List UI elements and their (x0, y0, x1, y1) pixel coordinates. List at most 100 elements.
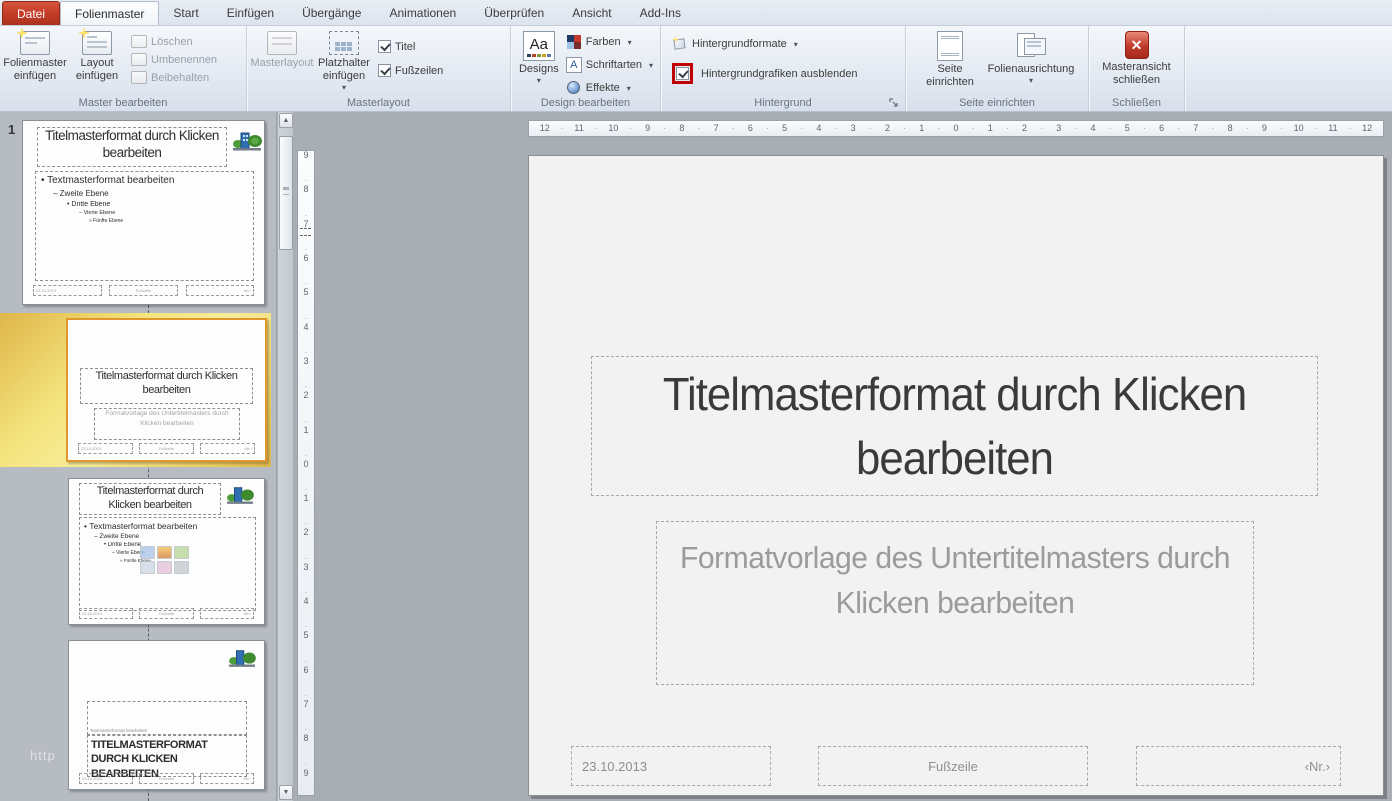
subtitle-placeholder[interactable]: Formatvorlage des Untertitelmasters durc… (656, 521, 1254, 685)
theme-fonts-button[interactable]: A Schriftarten (563, 56, 656, 74)
thumb-footer-row: 23.10.2013 Fußzeile ‹Nr.› (33, 285, 254, 296)
tab-einfuegen[interactable]: Einfügen (213, 1, 288, 25)
scroll-up-button[interactable]: ▲ (279, 113, 293, 128)
slide-layout-icon (82, 31, 112, 55)
group-label: Masterlayout (247, 97, 510, 109)
tab-folienmaster[interactable]: Folienmaster (60, 1, 159, 25)
master-layout-button[interactable]: Masterlayout (251, 29, 313, 93)
footers-checkbox[interactable]: Fußzeilen (375, 63, 446, 78)
ruler-tick: 10 (1283, 124, 1315, 133)
ruler-tick: 3 (303, 563, 308, 589)
footers-checkbox-box[interactable] (378, 64, 391, 77)
ruler-tick: 7 (1180, 124, 1212, 133)
date-placeholder[interactable]: 23.10.2013 (571, 746, 771, 786)
slide-thumbnail-panel: 1 Titelmasterformat durch Klicken bearbe… (0, 112, 277, 801)
ruler-tick: 1 (303, 426, 308, 452)
ruler-tick: 4 (303, 597, 308, 623)
group-schliessen: ✕ Masteransicht schließen Schließen (1089, 26, 1185, 111)
hide-background-graphics-box[interactable] (676, 67, 689, 80)
slide-editing-area[interactable]: Titelmasterformat durch Klicken bearbeit… (528, 155, 1384, 796)
group-label: Design bearbeiten (511, 97, 660, 109)
slidenumber-placeholder[interactable]: ‹Nr.› (1136, 746, 1341, 786)
title-checkbox-box[interactable] (378, 40, 391, 53)
ruler-tick: 10 (598, 124, 630, 133)
tab-animationen[interactable]: Animationen (375, 1, 470, 25)
ruler-tick: 3 (303, 357, 308, 383)
ruler-tick: 2 (303, 528, 308, 554)
tab-start[interactable]: Start (159, 1, 212, 25)
slide-orientation-icon (1015, 31, 1047, 61)
title-placeholder[interactable]: Titelmasterformat durch Klicken bearbeit… (591, 356, 1318, 496)
delete-button[interactable]: Löschen (128, 34, 220, 49)
dialog-launcher-icon[interactable] (889, 98, 899, 108)
preserve-button[interactable]: Beibehalten (128, 70, 220, 85)
theme-fonts-icon: A (566, 57, 582, 73)
insert-slide-master-button[interactable]: Folienmaster einfügen (4, 29, 66, 93)
thumbnail-content-layout[interactable]: Titelmasterformat durch Klicken bearbeit… (68, 478, 265, 625)
thumb-title-placeholder: Titelmasterformat durch Klicken bearbeit… (79, 483, 221, 515)
thumbnail-slide-master[interactable]: Titelmasterformat durch Klicken bearbeit… (22, 120, 265, 305)
title-text: Titelmasterformat durch Klicken bearbeit… (610, 362, 1299, 491)
ruler-tick: 5 (769, 124, 801, 133)
clipart-icon (157, 561, 172, 574)
ruler-tick: 5 (303, 631, 308, 657)
close-x-icon: ✕ (1125, 31, 1149, 59)
ruler-tick: 1 (906, 124, 938, 133)
tab-addins[interactable]: Add-Ins (626, 1, 695, 25)
theme-effects-icon (566, 80, 582, 96)
scrollbar-thumb[interactable] (279, 136, 293, 250)
ribbon-tab-strip: Datei Folienmaster Start Einfügen Übergä… (0, 0, 1392, 26)
group-label: Seite einrichten (906, 97, 1088, 109)
smartart-icon (174, 546, 189, 559)
content-placeholder-icons (140, 546, 189, 574)
title-checkbox[interactable]: Titel (375, 39, 446, 54)
ruler-tick: 6 (1146, 124, 1178, 133)
thumbnail-scrollbar[interactable]: ▲ ▼ (277, 112, 293, 801)
tab-ueberpruefen[interactable]: Überprüfen (470, 1, 558, 25)
rename-button[interactable]: Umbenennen (128, 52, 220, 67)
red-annotation-box (672, 63, 693, 84)
theme-effects-button[interactable]: Effekte (563, 79, 656, 97)
ruler-tick: 11 (1317, 124, 1349, 133)
scroll-down-button[interactable]: ▼ (279, 785, 293, 800)
slide-orientation-button[interactable]: Folienausrichtung (987, 29, 1075, 93)
rename-icon (131, 53, 147, 66)
ruler-tick: 12 (1351, 124, 1383, 133)
ruler-tick: 3 (837, 124, 869, 133)
background-styles-button[interactable]: Hintergrundformate (669, 35, 801, 53)
preserve-pin-icon (131, 71, 147, 84)
tab-uebergaenge[interactable]: Übergänge (288, 1, 375, 25)
insert-layout-button[interactable]: Layout einfügen (66, 29, 128, 93)
group-masterlayout: Masterlayout Platzhalter einfügen Titel (247, 26, 511, 111)
thumb-footer-row: 23.10.2013 Fußzeile ‹Nr.› (79, 773, 254, 784)
page-setup-button[interactable]: Seite einrichten (919, 29, 981, 93)
tab-ansicht[interactable]: Ansicht (558, 1, 625, 25)
thumbnail-title-layout[interactable]: Titelmasterformat durch Klicken bearbeit… (66, 318, 267, 462)
horizontal-ruler[interactable]: 12·11·10·9·8·7·6·5·4·3·2·1·0·1·2·3·4·5·6… (528, 120, 1384, 137)
thumbnail-section-layout[interactable]: Textmasterformat bearbeiten TITELMASTERF… (68, 640, 265, 790)
tab-datei[interactable]: Datei (2, 1, 60, 25)
placeholder-icon (329, 31, 359, 55)
ruler-tick: 4 (1077, 124, 1109, 133)
close-master-view-button[interactable]: ✕ Masteransicht schließen (1093, 29, 1180, 93)
ruler-tick: 6 (303, 666, 308, 692)
delete-icon (131, 35, 147, 48)
group-hintergrund: Hintergrundformate Hintergrundgrafiken a… (661, 26, 906, 111)
group-label: Schließen (1089, 97, 1184, 109)
ruler-tick: 9 (632, 124, 664, 133)
vertical-ruler[interactable]: 9·8·7·6·5·4·3·2·1·0·1·2·3·4·5·6·7·8·9 (297, 150, 315, 796)
hide-background-graphics-checkbox[interactable]: Hintergrundgrafiken ausblenden (669, 62, 861, 85)
thumb-subtitle-placeholder: Formatvorlage des Untertitelmasters durc… (94, 408, 240, 440)
ruler-tick: 4 (803, 124, 835, 133)
ruler-tick: 11 (563, 124, 595, 133)
themes-button[interactable]: Aa Designs (515, 29, 563, 93)
ruler-tick: 2 (303, 391, 308, 417)
theme-colors-button[interactable]: Farben (563, 33, 656, 51)
ruler-tick: 8 (303, 185, 308, 211)
city-clipart (231, 129, 263, 155)
insert-placeholder-button[interactable]: Platzhalter einfügen (313, 29, 375, 93)
ruler-tick: 0 (303, 460, 308, 486)
ruler-tick: 12 (529, 124, 561, 133)
footer-placeholder[interactable]: Fußzeile (818, 746, 1088, 786)
group-label: Master bearbeiten (0, 97, 246, 109)
